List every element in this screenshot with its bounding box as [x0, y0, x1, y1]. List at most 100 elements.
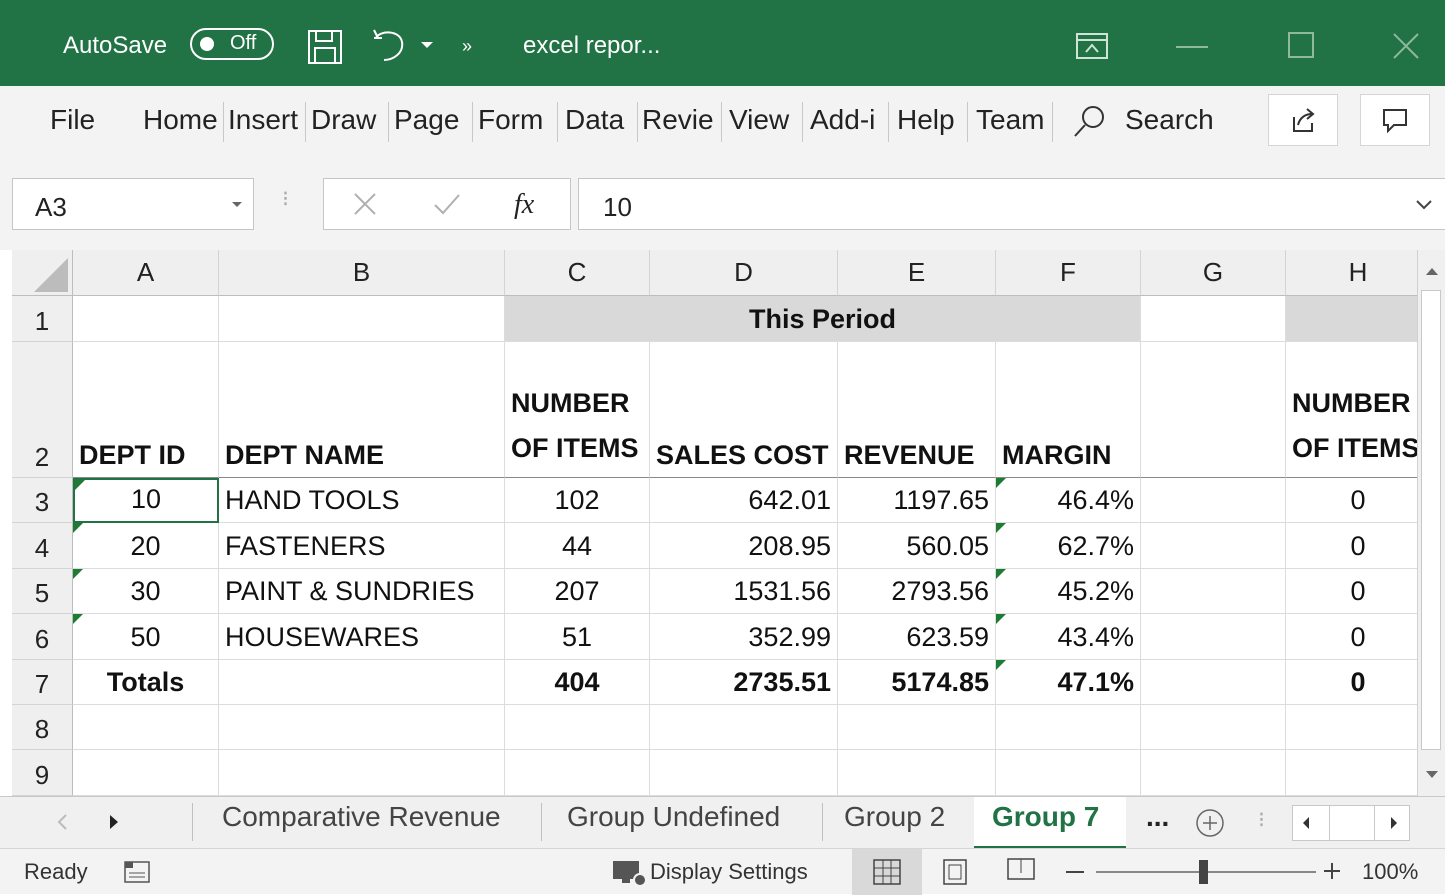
close-icon[interactable] — [1392, 32, 1420, 60]
empty-cell[interactable] — [650, 705, 838, 750]
sales-cost-cell[interactable]: 352.99 — [650, 614, 838, 660]
sales-cost-cell[interactable]: 208.95 — [650, 523, 838, 569]
totals-label[interactable]: Totals — [73, 660, 219, 705]
zoom-out-icon[interactable] — [1066, 871, 1084, 873]
sheet-tab-comparative-revenue[interactable]: Comparative Revenue — [222, 801, 501, 833]
expand-formula-icon[interactable] — [1415, 199, 1433, 211]
tab-review[interactable]: Revie — [642, 104, 717, 136]
comments-button[interactable] — [1360, 94, 1430, 146]
empty-cell[interactable] — [838, 705, 996, 750]
search-icon[interactable] — [1072, 104, 1108, 140]
items-cell[interactable]: 102 — [505, 478, 650, 523]
h-value-cell[interactable]: 0 — [1286, 569, 1417, 614]
header-margin[interactable]: MARGIN — [996, 342, 1141, 478]
formula-input[interactable]: 10 — [578, 178, 1445, 230]
zoom-level[interactable]: 100% — [1362, 859, 1418, 885]
items-cell[interactable]: 44 — [505, 523, 650, 569]
tab-help[interactable]: Help — [897, 104, 963, 136]
cell-h1[interactable] — [1286, 296, 1417, 342]
cell-g1[interactable] — [1141, 296, 1286, 342]
tab-page[interactable]: Page — [394, 104, 470, 136]
cell-b7[interactable] — [219, 660, 505, 705]
scroll-up-icon[interactable] — [1425, 266, 1439, 276]
save-icon[interactable] — [306, 28, 346, 68]
sales-cost-cell[interactable]: 1531.56 — [650, 569, 838, 614]
cell-a3-selected[interactable]: 10 — [73, 478, 219, 523]
total-sales-cost[interactable]: 2735.51 — [650, 660, 838, 705]
scroll-thumb[interactable] — [1421, 290, 1441, 750]
page-break-preview-icon[interactable] — [1006, 857, 1036, 883]
margin-cell[interactable]: 46.4% — [996, 478, 1141, 523]
empty-cell[interactable] — [219, 705, 505, 750]
empty-cell[interactable] — [505, 705, 650, 750]
tab-data[interactable]: Data — [565, 104, 635, 136]
items-cell[interactable]: 51 — [505, 614, 650, 660]
row-header-8[interactable]: 8 — [12, 705, 73, 750]
column-header-b[interactable]: B — [219, 250, 505, 296]
cell-g5[interactable] — [1141, 569, 1286, 614]
tab-home[interactable]: Home — [143, 104, 221, 136]
revenue-cell[interactable]: 560.05 — [838, 523, 996, 569]
total-h-value[interactable]: 0 — [1286, 660, 1417, 705]
tab-view[interactable]: View — [729, 104, 799, 136]
row-header-6[interactable]: 6 — [12, 614, 73, 660]
add-sheet-icon[interactable] — [1194, 807, 1226, 839]
scroll-down-icon[interactable] — [1425, 770, 1439, 780]
scroll-right-icon[interactable] — [1389, 816, 1399, 830]
search-box[interactable]: Search — [1125, 104, 1214, 136]
header-sales-cost[interactable]: SALES COST — [650, 342, 838, 478]
prev-sheet-icon[interactable] — [56, 813, 68, 831]
cell-g6[interactable] — [1141, 614, 1286, 660]
select-all-corner[interactable] — [12, 250, 73, 296]
macro-recording-icon[interactable] — [122, 859, 152, 885]
more-sheets-button[interactable]: ... — [1146, 801, 1169, 833]
cell-g7[interactable] — [1141, 660, 1286, 705]
sheet-tab-group-7-active[interactable]: Group 7 — [974, 797, 1126, 849]
zoom-in-icon[interactable] — [1322, 861, 1342, 881]
ribbon-display-icon[interactable] — [1076, 32, 1108, 60]
page-layout-icon[interactable] — [942, 859, 968, 885]
column-header-a[interactable]: A — [73, 250, 219, 296]
revenue-cell[interactable]: 2793.56 — [838, 569, 996, 614]
revenue-cell[interactable]: 623.59 — [838, 614, 996, 660]
row-header-5[interactable]: 5 — [12, 569, 73, 614]
tab-add-ins[interactable]: Add-i — [810, 104, 884, 136]
empty-cell[interactable] — [1286, 705, 1417, 750]
items-cell[interactable]: 207 — [505, 569, 650, 614]
total-revenue[interactable]: 5174.85 — [838, 660, 996, 705]
more-commands-icon[interactable]: » — [462, 36, 472, 57]
column-header-d[interactable]: D — [650, 250, 838, 296]
formula-bar-grip-icon[interactable]: ⁝ — [282, 186, 289, 212]
row-header-3[interactable]: 3 — [12, 478, 73, 523]
undo-icon[interactable] — [370, 26, 414, 66]
tab-team[interactable]: Team — [976, 104, 1048, 136]
total-items[interactable]: 404 — [505, 660, 650, 705]
margin-cell[interactable]: 43.4% — [996, 614, 1141, 660]
empty-cell[interactable] — [996, 705, 1141, 750]
merged-header-this-period[interactable]: This Period — [505, 296, 1141, 342]
dept-name-cell[interactable]: FASTENERS — [219, 523, 505, 569]
dept-id-cell[interactable]: 50 — [73, 614, 219, 660]
empty-cell[interactable] — [1286, 750, 1417, 796]
dept-name-cell[interactable]: HOUSEWARES — [219, 614, 505, 660]
insert-function-icon[interactable]: fx — [514, 189, 534, 221]
hscroll-thumb[interactable] — [1329, 806, 1375, 840]
tab-form[interactable]: Form — [478, 104, 554, 136]
row-header-9[interactable]: 9 — [12, 750, 73, 796]
cell-g2[interactable] — [1141, 342, 1286, 478]
scroll-left-icon[interactable] — [1301, 816, 1311, 830]
column-header-h[interactable]: H — [1286, 250, 1417, 296]
header-dept-id[interactable]: DEPT ID — [73, 342, 219, 478]
revenue-cell[interactable]: 1197.65 — [838, 478, 996, 523]
normal-view-button[interactable] — [852, 849, 922, 895]
total-margin[interactable]: 47.1% — [996, 660, 1141, 705]
maximize-icon[interactable] — [1288, 32, 1314, 58]
splitter-icon[interactable]: ⁝ — [1258, 807, 1265, 833]
h-value-cell[interactable]: 0 — [1286, 478, 1417, 523]
name-box-dropdown-icon[interactable] — [231, 201, 243, 209]
display-settings-button[interactable]: Display Settings — [650, 859, 808, 885]
empty-cell[interactable] — [996, 750, 1141, 796]
minimize-icon[interactable] — [1176, 46, 1208, 48]
dept-name-cell[interactable]: HAND TOOLS — [219, 478, 505, 523]
empty-cell[interactable] — [73, 705, 219, 750]
